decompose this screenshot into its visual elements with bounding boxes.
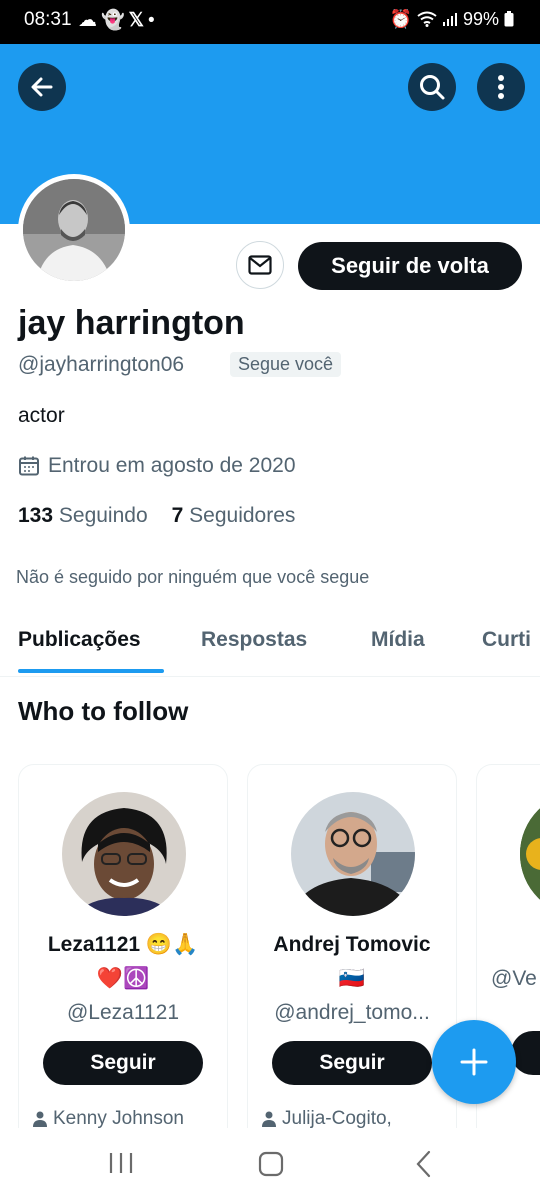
- suggestion-name: Leza1121 😁🙏: [47, 933, 199, 956]
- cloud-icon: ☁: [78, 10, 101, 31]
- status-bar: 08:31 ☁👻𝕏• ⏰ 99%: [0, 0, 540, 44]
- arrow-left-icon: [31, 77, 53, 97]
- status-right: ⏰ 99%: [389, 9, 514, 30]
- more-vertical-icon: [498, 75, 504, 99]
- system-nav-bar: [0, 1128, 540, 1200]
- suggestion-handle: @andrej_tomo...: [274, 1001, 430, 1024]
- suggestion-name-emoji: ❤️☮️: [96, 967, 150, 990]
- follow-back-button[interactable]: Seguir de volta: [298, 242, 522, 290]
- wifi-icon: [417, 9, 442, 29]
- back-icon[interactable]: [414, 1150, 432, 1178]
- suggestion-card[interactable]: Andrej Tomovic 🇸🇮 @andrej_tomo... Seguir…: [247, 764, 457, 1144]
- compose-button[interactable]: [432, 1020, 516, 1104]
- back-button[interactable]: [18, 63, 66, 111]
- followed-by-name: Kenny Johnson: [53, 1108, 184, 1129]
- tab-likes[interactable]: Curti: [482, 628, 531, 652]
- follow-stats: 133 Seguindo 7 Seguidores: [18, 504, 295, 528]
- suggestion-name-emoji: 🇸🇮: [338, 967, 366, 990]
- snapchat-icon: 👻: [101, 10, 129, 31]
- search-icon: [420, 75, 445, 100]
- follow-button[interactable]: Seguir: [272, 1041, 432, 1085]
- followers-count: 7: [171, 504, 184, 527]
- follow-button[interactable]: Seguir: [43, 1041, 203, 1085]
- profile-name: jay harrington: [18, 304, 245, 342]
- dot-icon: •: [147, 10, 159, 31]
- not-followed-by-text: Não é seguido por ninguém que você segue: [16, 567, 370, 587]
- plus-icon: [460, 1048, 488, 1076]
- suggestion-avatar: [62, 792, 186, 916]
- following-link[interactable]: 133 Seguindo: [18, 504, 148, 528]
- active-tab-indicator: [18, 669, 164, 673]
- suggestion-card[interactable]: Leza1121 😁🙏 ❤️☮️ @Leza1121 Seguir Kenny …: [18, 764, 228, 1144]
- suggestion-avatar: [291, 792, 415, 916]
- following-count: 133: [18, 504, 54, 527]
- status-notification-icons: ☁👻𝕏•: [78, 8, 159, 32]
- recents-icon[interactable]: [108, 1151, 134, 1175]
- search-button[interactable]: [408, 63, 456, 111]
- person-icon: [33, 1111, 47, 1127]
- followers-label: Seguidores: [189, 504, 296, 527]
- calendar-icon: [19, 456, 39, 476]
- signal-icon: [442, 9, 463, 29]
- tab-media[interactable]: Mídia: [371, 628, 425, 652]
- suggestion-handle: @Ve: [491, 967, 537, 990]
- message-button[interactable]: [236, 241, 284, 289]
- suggestion-avatar: [520, 792, 540, 916]
- who-to-follow-title: Who to follow: [18, 696, 189, 726]
- battery-percentage: 99%: [462, 9, 499, 29]
- more-options-button[interactable]: [477, 63, 525, 111]
- status-time: 08:31: [24, 9, 72, 30]
- envelope-icon: [248, 255, 272, 275]
- suggestion-name: Andrej Tomovic: [273, 933, 431, 956]
- profile-handle: @jayharrington06: [18, 353, 185, 376]
- joined-date: Entrou em agosto de 2020: [18, 454, 296, 478]
- battery-icon: [504, 9, 514, 29]
- suggestion-handle: @Leza1121: [66, 1001, 179, 1024]
- x-icon: 𝕏: [128, 10, 148, 31]
- profile-bio: actor: [18, 404, 65, 427]
- followed-by-name: Julija-Cogito,: [282, 1108, 392, 1129]
- following-label: Seguindo: [58, 504, 148, 527]
- profile-avatar[interactable]: [18, 174, 130, 286]
- followed-by: Kenny Johnson: [33, 1108, 184, 1130]
- home-icon[interactable]: [258, 1151, 284, 1177]
- joined-text: Entrou em agosto de 2020: [48, 454, 296, 477]
- followers-link[interactable]: 7 Seguidores: [172, 504, 296, 528]
- follows-you-badge: Segue você: [230, 352, 342, 377]
- followed-by: Julija-Cogito,: [262, 1108, 392, 1130]
- person-icon: [262, 1111, 276, 1127]
- avatar-image: [23, 179, 125, 281]
- tab-replies[interactable]: Respostas: [201, 628, 307, 652]
- alarm-icon: ⏰: [389, 9, 412, 29]
- tab-posts[interactable]: Publicações: [18, 628, 141, 652]
